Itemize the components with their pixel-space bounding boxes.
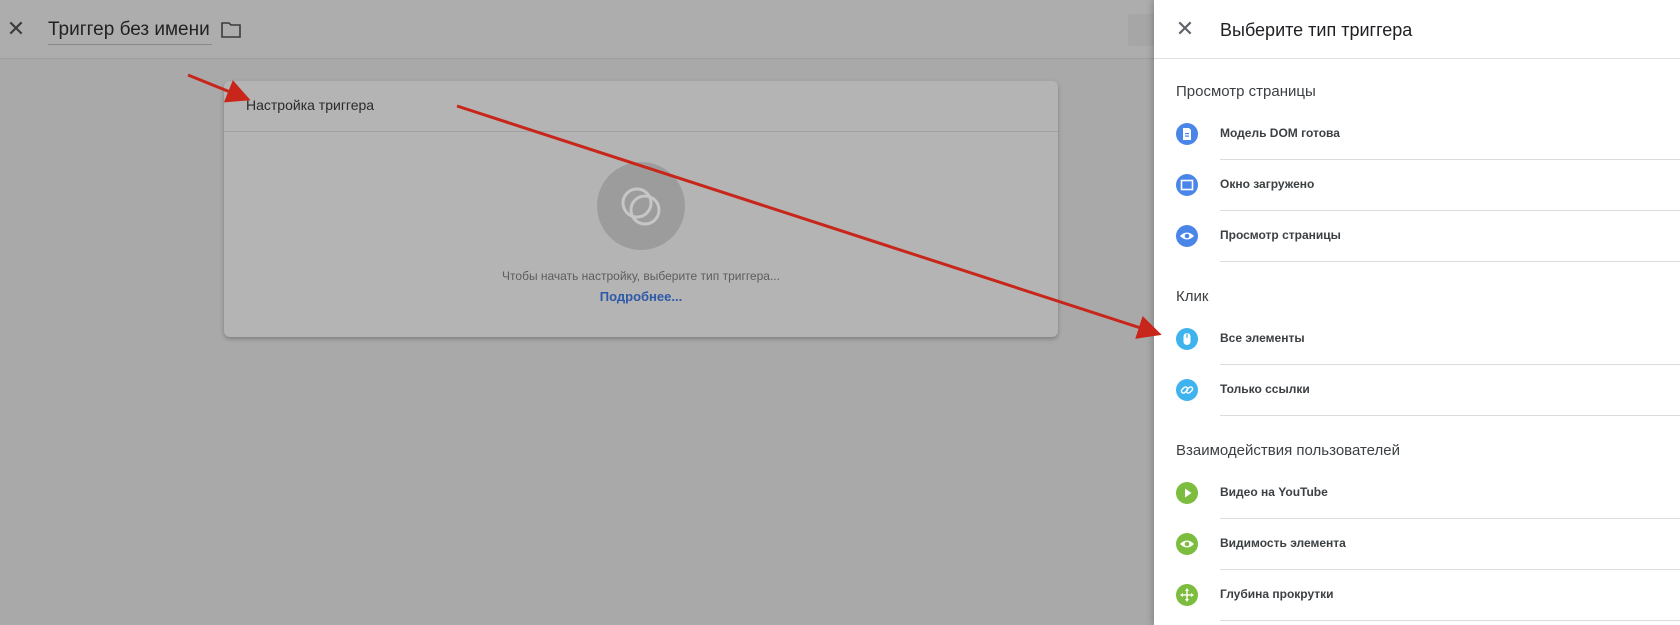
trigger-item-label: Модель DOM готова [1220, 126, 1340, 140]
trigger-item-all-elements[interactable]: Все элементы [1154, 314, 1680, 365]
window-icon [1176, 174, 1198, 196]
trigger-type-drawer: ✕ Выберите тип триггера Просмотр страниц… [1154, 0, 1680, 625]
divider [1220, 620, 1680, 621]
mouse-icon [1176, 328, 1198, 350]
trigger-item-page-view[interactable]: Просмотр страницы [1154, 211, 1680, 262]
card-hint-text: Чтобы начать настройку, выберите тип три… [502, 269, 780, 283]
trigger-item-scroll-depth[interactable]: Глубина прокрутки [1154, 570, 1680, 621]
section-title-page-view: Просмотр страницы [1176, 83, 1316, 100]
move-arrows-icon [1176, 584, 1198, 606]
trigger-item-element-visibility[interactable]: Видимость элемента [1154, 519, 1680, 570]
trigger-item-label: Видимость элемента [1220, 536, 1346, 550]
trigger-item-links-only[interactable]: Только ссылки [1154, 365, 1680, 416]
divider [1220, 261, 1680, 262]
trigger-emblem-icon [597, 162, 685, 250]
trigger-item-label: Просмотр страницы [1220, 228, 1341, 242]
trigger-item-label: Только ссылки [1220, 382, 1310, 396]
folder-icon[interactable] [221, 21, 241, 39]
learn-more-link[interactable]: Подробнее... [224, 289, 1058, 304]
trigger-config-card[interactable]: Настройка триггера Чтобы начать настройк… [224, 81, 1058, 337]
document-icon [1176, 123, 1198, 145]
divider [1220, 415, 1680, 416]
close-icon[interactable]: ✕ [6, 18, 26, 40]
drawer-header: ✕ Выберите тип триггера [1154, 0, 1680, 59]
play-icon [1176, 482, 1198, 504]
eye-icon [1176, 533, 1198, 555]
trigger-item-label: Все элементы [1220, 331, 1305, 345]
section-title-click: Клик [1176, 288, 1209, 305]
card-divider [224, 131, 1058, 132]
trigger-name-field[interactable]: Триггер без имени [48, 18, 212, 45]
trigger-item-window-loaded[interactable]: Окно загружено [1154, 160, 1680, 211]
trigger-item-label: Глубина прокрутки [1220, 587, 1334, 601]
card-title: Настройка триггера [246, 97, 375, 113]
drawer-title: Выберите тип триггера [1220, 20, 1413, 40]
trigger-item-label: Видео на YouTube [1220, 485, 1328, 499]
eye-icon [1176, 225, 1198, 247]
close-icon[interactable]: ✕ [1175, 18, 1195, 40]
link-icon [1176, 379, 1198, 401]
section-title-user-engagement: Взаимодействия пользователей [1176, 442, 1400, 459]
trigger-item-label: Окно загружено [1220, 177, 1315, 191]
trigger-item-dom-ready[interactable]: Модель DOM готова [1154, 109, 1680, 160]
editor-header: ✕ Триггер без имени [0, 0, 1158, 59]
trigger-item-youtube-video[interactable]: Видео на YouTube [1154, 468, 1680, 519]
